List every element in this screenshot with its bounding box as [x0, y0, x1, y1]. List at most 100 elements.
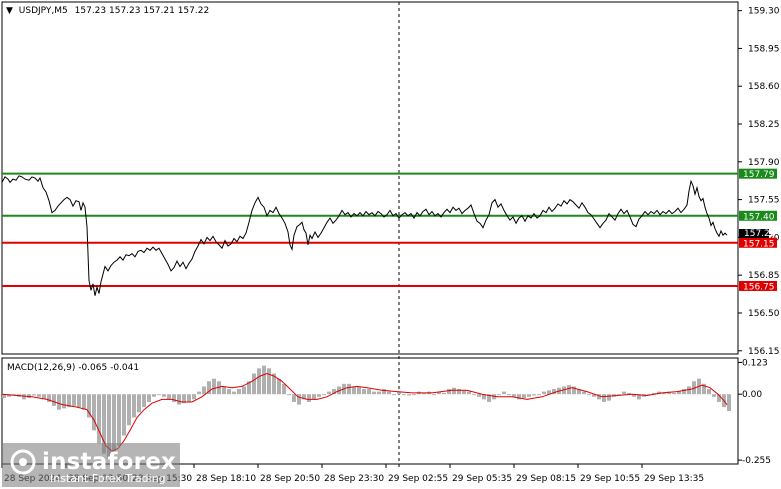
chart-symbol-header[interactable]: ▼ USDJPY,M5 157.23 157.23 157.21 157.22: [6, 6, 209, 16]
macd-bar: [392, 394, 396, 396]
time-tick-label: 29 Sep 10:55: [580, 474, 640, 484]
macd-bar: [227, 389, 231, 395]
chart-canvas[interactable]: 159.30 158.95 158.60 158.25 157.90 157.55 157.…: [0, 0, 781, 489]
current-price-label: 157.22: [744, 229, 776, 239]
time-tick-label: 29 Sep 08:15: [516, 474, 576, 484]
macd-bar: [462, 390, 466, 395]
macd-bar: [22, 394, 26, 400]
macd-bar: [137, 394, 141, 413]
instaforex-watermark: instaforex Instant Forex Trading: [2, 443, 180, 487]
macd-bar: [257, 368, 261, 395]
macd-bar: [442, 392, 446, 395]
macd-bar: [467, 391, 471, 395]
price-tick-label: 157.90: [748, 158, 780, 168]
macd-bar: [222, 386, 226, 395]
macd-bar: [72, 394, 76, 406]
current-price-marker: 157.22: [739, 229, 776, 239]
macd-bar: [77, 394, 81, 408]
macd-bar: [92, 394, 96, 431]
macd-bar: [507, 394, 511, 396]
macd-bar: [587, 394, 591, 396]
macd-bar: [122, 394, 126, 436]
macd-bar: [687, 386, 691, 395]
macd-axis: 0.123 0.00 -0.255: [738, 358, 771, 466]
macd-bar: [432, 394, 436, 396]
macd-bar: [472, 394, 476, 396]
macd-tick-label: 0.00: [742, 390, 762, 400]
macd-bar: [197, 391, 201, 395]
macd-bar: [307, 394, 311, 402]
macd-bar: [477, 394, 481, 397]
macd-bar: [382, 389, 386, 395]
macd-bar: [387, 391, 391, 395]
macd-bar: [727, 394, 731, 411]
level-label: 157.79: [743, 170, 775, 180]
symbol-label: USDJPY,M5: [19, 6, 68, 16]
macd-bar: [447, 389, 451, 395]
macd-bar: [567, 385, 571, 395]
macd-bar: [672, 392, 676, 395]
instaforex-logo-icon: [10, 449, 36, 475]
macd-bar: [312, 394, 316, 400]
macd-bar: [362, 389, 366, 395]
macd-bar: [202, 386, 206, 395]
macd-bar: [57, 394, 61, 410]
macd-bar: [532, 394, 536, 396]
macd-bar: [412, 394, 416, 396]
macd-header: MACD(12,26,9) -0.065 -0.041: [7, 363, 139, 373]
macd-bar: [537, 394, 541, 396]
macd-bar: [212, 378, 216, 395]
macd-bar: [292, 394, 296, 402]
price-panel: [1, 1, 739, 355]
macd-bar: [527, 394, 531, 397]
macd-bar: [152, 394, 156, 397]
price-tick-label: 158.60: [748, 82, 780, 92]
macd-bar: [117, 394, 121, 446]
macd-bar: [192, 394, 196, 400]
macd-bar: [367, 389, 371, 395]
macd-bar: [162, 394, 166, 397]
macd-bar: [237, 389, 241, 395]
macd-bar: [607, 394, 611, 401]
macd-bar: [187, 394, 191, 402]
price-tick-label: 158.25: [748, 120, 780, 130]
macd-bar: [347, 383, 351, 395]
macd-bar: [157, 394, 161, 396]
macd-bar: [327, 391, 331, 395]
macd-bar: [277, 378, 281, 395]
price-tick-label: 156.85: [748, 271, 780, 281]
macd-bar: [497, 394, 501, 396]
collapse-triangle-icon: ▼: [6, 6, 13, 16]
price-tick-label: 159.30: [748, 7, 780, 17]
macd-bar: [262, 365, 266, 395]
level-label: 156.75: [743, 282, 775, 292]
macd-bar: [132, 394, 136, 418]
brand-tagline: Instant Forex Trading: [50, 472, 166, 485]
level-label: 157.15: [743, 239, 775, 249]
price-tick-label: 158.95: [748, 44, 780, 54]
macd-bar: [602, 394, 606, 402]
macd-bar: [37, 394, 41, 397]
macd-bar: [242, 386, 246, 395]
macd-bar: [502, 391, 506, 395]
macd-tick-label: 0.123: [742, 358, 768, 368]
macd-bar: [62, 394, 66, 409]
macd-bar: [402, 394, 406, 396]
time-tick-label: 28 Sep 20:50: [260, 474, 320, 484]
macd-bar: [542, 391, 546, 395]
macd-bar: [622, 391, 626, 395]
macd-bar: [97, 394, 101, 444]
macd-bar: [167, 394, 171, 400]
macd-bar: [377, 391, 381, 395]
macd-bar: [712, 394, 716, 397]
time-tick-label: 28 Sep 23:30: [324, 474, 384, 484]
macd-bar: [582, 391, 586, 395]
price-tick-label: 156.15: [748, 347, 780, 357]
macd-bar: [357, 386, 361, 395]
macd-bar: [252, 373, 256, 395]
macd-bar: [707, 389, 711, 395]
macd-bar: [267, 368, 271, 395]
macd-bar: [32, 394, 36, 396]
macd-bar: [287, 394, 291, 396]
price-axis: 159.30 158.95 158.60 158.25 157.90 157.55 157.…: [738, 7, 780, 357]
